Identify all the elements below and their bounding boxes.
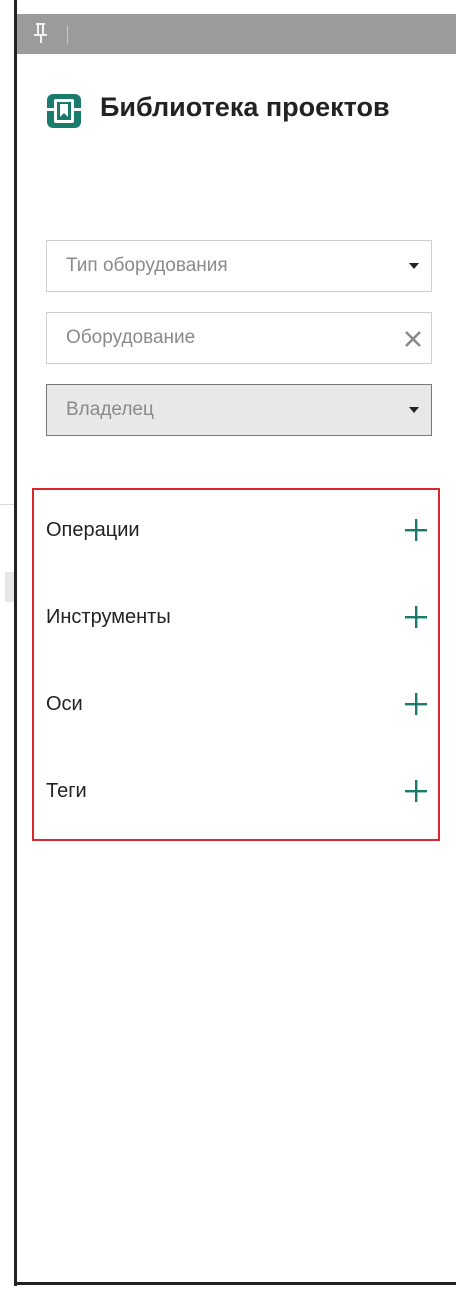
plus-icon[interactable] [405, 606, 427, 628]
section-tools[interactable]: Инструменты [34, 597, 438, 637]
equipment-input[interactable]: Оборудование [46, 312, 432, 364]
divider [0, 504, 14, 505]
section-tags[interactable]: Теги [34, 771, 438, 811]
panel-left-border [14, 0, 17, 1286]
page-title: Библиотека проектов [100, 92, 390, 122]
toolbar-separator [67, 26, 68, 44]
owner-placeholder: Владелец [66, 399, 154, 420]
plus-icon[interactable] [405, 780, 427, 802]
section-axes[interactable]: Оси [34, 684, 438, 724]
section-label: Теги [46, 780, 87, 802]
panel-bottom-border [14, 1282, 456, 1285]
section-operations[interactable]: Операции [34, 510, 438, 550]
book-library-icon [46, 93, 82, 129]
caret-down-icon[interactable] [409, 407, 419, 413]
plus-icon[interactable] [405, 519, 427, 541]
equipment-type-placeholder: Тип оборудования [66, 255, 228, 276]
scroll-marker [5, 572, 14, 602]
close-icon[interactable] [403, 329, 423, 349]
panel-toolbar [17, 14, 456, 54]
pin-icon[interactable] [31, 20, 51, 46]
section-label: Инструменты [46, 606, 171, 628]
plus-icon[interactable] [405, 693, 427, 715]
caret-down-icon[interactable] [409, 263, 419, 269]
owner-dropdown[interactable]: Владелец [46, 384, 432, 436]
sections-panel: Операции Инструменты Оси Теги [32, 488, 440, 841]
equipment-type-dropdown[interactable]: Тип оборудования [46, 240, 432, 292]
equipment-placeholder: Оборудование [66, 327, 196, 348]
section-label: Операции [46, 519, 140, 541]
section-label: Оси [46, 693, 83, 715]
